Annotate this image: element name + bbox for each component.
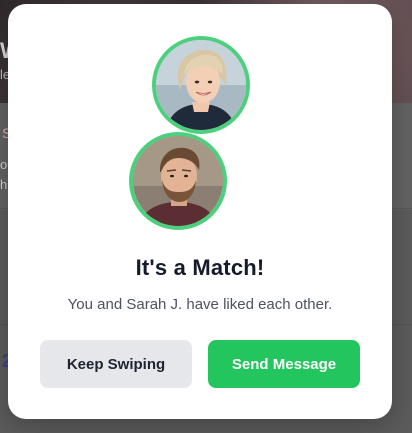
- send-message-button[interactable]: Send Message: [208, 340, 360, 388]
- sarah-avatar-icon: [156, 40, 246, 130]
- user-avatar-icon: [133, 136, 223, 226]
- match-title: It's a Match!: [135, 255, 265, 280]
- background-edge-text: o: [0, 157, 8, 172]
- sarah-avatar: [152, 36, 250, 134]
- match-dialog: It's a Match! You and Sarah J. have like…: [8, 4, 392, 419]
- keep-swiping-button[interactable]: Keep Swiping: [40, 340, 192, 388]
- background-edge-text: h: [0, 177, 8, 192]
- match-subtitle: You and Sarah J. have liked each other.: [67, 296, 333, 313]
- user-avatar: [129, 132, 227, 230]
